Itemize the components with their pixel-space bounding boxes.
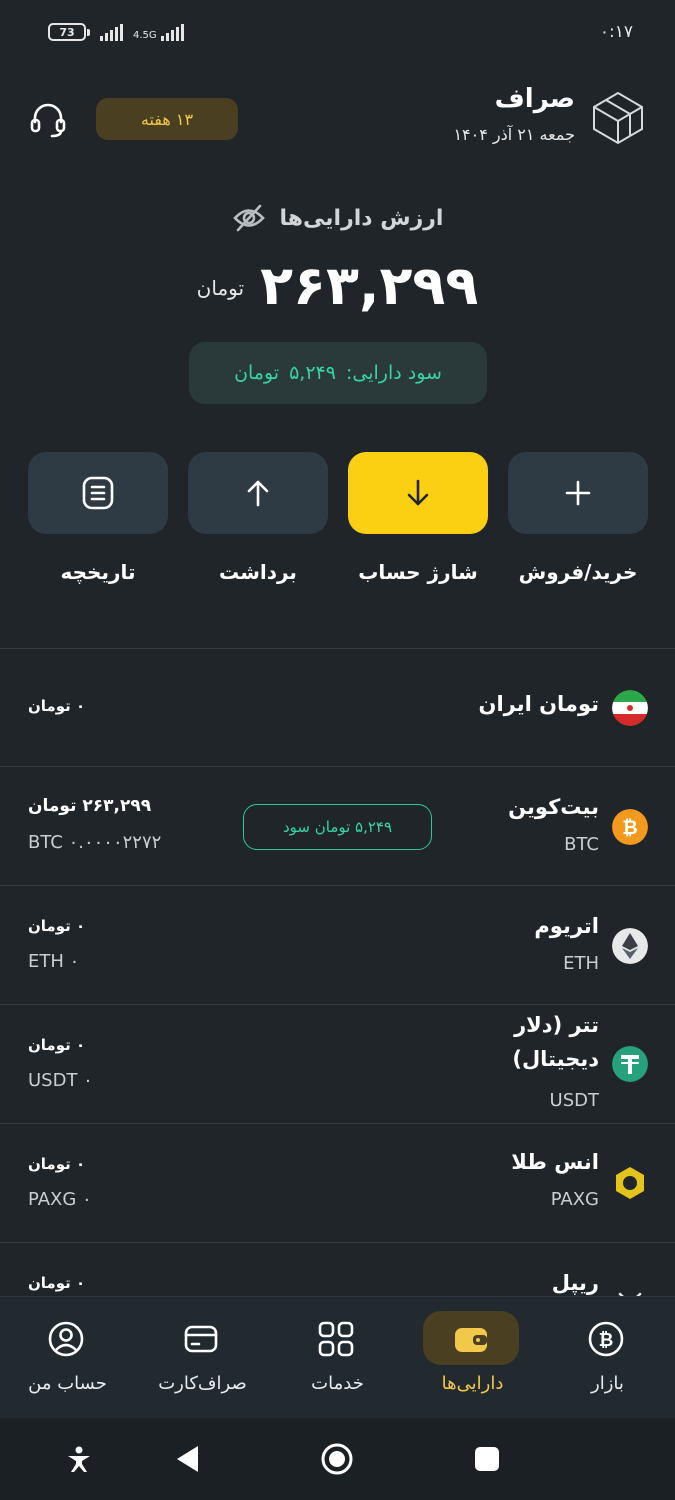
assets-title: ارزش دارایی‌ها (279, 205, 444, 231)
withdraw-action[interactable]: برداشت (188, 452, 328, 584)
asset-name: اتریوم (534, 914, 599, 938)
history-button[interactable] (28, 452, 168, 534)
ripple-icon (618, 1292, 642, 1296)
asset-name: ریپل (551, 1271, 599, 1295)
assets-summary-header: ارزش دارایی‌ها (0, 196, 675, 240)
status-bar: 73 4.5G ۰:۱۷ (0, 0, 675, 64)
arrow-down-icon (407, 479, 429, 506)
header: صراف جمعه ۲۱ آذر ۱۴۰۴ ۱۳ هفته (0, 70, 675, 170)
nav-item-market[interactable]: ₿ بازار (540, 1311, 675, 1411)
nav-item-assets[interactable]: دارایی‌ها (405, 1311, 540, 1411)
signal-icon (100, 23, 123, 41)
signal-icon-2 (160, 23, 184, 41)
nav-item-account[interactable]: حساب من (0, 1311, 135, 1411)
grid-icon (318, 1321, 354, 1357)
battery-level: 73 (48, 23, 86, 41)
asset-profit-pill: ۵,۲۴۹ تومان سود (243, 804, 432, 850)
asset-quantity: USDT ۰ (28, 1070, 93, 1091)
bitcoin-icon: ₿ (612, 809, 648, 845)
asset-toman-value: ۰ تومان (28, 1274, 86, 1292)
quick-actions: خرید/فروش شارژ حساب برداشت تاریخچه (28, 452, 648, 602)
deposit-button[interactable] (348, 452, 488, 534)
nav-label: دارایی‌ها (441, 1373, 504, 1394)
history-label: تاریخچه (60, 560, 136, 584)
asset-name: انس طلا (511, 1150, 599, 1174)
deposit-action[interactable]: شارژ حساب (348, 452, 488, 584)
deposit-label: شارژ حساب (358, 560, 478, 584)
total-balance-unit: تومان (196, 276, 245, 300)
asset-toman-value: ۰ تومان (28, 917, 86, 935)
profit-unit: تومان (234, 362, 280, 384)
asset-name: تتر (دلار دیجیتال) (512, 1013, 599, 1071)
headset-icon[interactable] (28, 100, 68, 140)
ethereum-icon (612, 928, 648, 964)
asset-quantity: BTC ۰.۰۰۰۰۲۲۷۲ (28, 832, 162, 853)
nav-item-sarraf-card[interactable]: صراف‌کارت (135, 1311, 270, 1411)
app-title: صراف (494, 84, 575, 114)
network-type: 4.5G (133, 30, 157, 41)
asset-toman-value: ۲۶۳,۲۹۹ تومان (28, 796, 152, 816)
history-icon (82, 476, 114, 510)
asset-row-xrp[interactable]: ریپل ۰ تومان (0, 1244, 675, 1296)
back-icon[interactable] (172, 1442, 206, 1476)
asset-symbol: ETH (563, 953, 599, 974)
system-nav-bar (0, 1418, 675, 1500)
arrow-up-icon (247, 480, 269, 507)
nav-label: بازار (591, 1373, 624, 1394)
nav-label: حساب من (28, 1373, 107, 1394)
asset-profit-box: سود دارایی: ۵,۲۴۹ تومان (189, 342, 487, 404)
asset-symbol: BTC (564, 834, 599, 855)
asset-row-paxg[interactable]: انس طلا PAXG ۰ تومان PAXG ۰ (0, 1125, 675, 1243)
profit-value: ۵,۲۴۹ (289, 362, 336, 384)
plus-icon (565, 480, 591, 506)
asset-quantity: PAXG ۰ (28, 1189, 92, 1210)
asset-symbol: PAXG (550, 1189, 599, 1210)
asset-toman-value: ۰ تومان (28, 1155, 86, 1173)
asset-row-eth[interactable]: اتریوم ETH ۰ تومان ETH ۰ (0, 887, 675, 1005)
week-badge[interactable]: ۱۳ هفته (96, 98, 238, 140)
status-indicators: 73 4.5G (48, 23, 184, 41)
asset-row-btc[interactable]: ₿ بیت‌کوین BTC ۵,۲۴۹ تومان سود ۲۶۳,۲۹۹ ت… (0, 768, 675, 886)
profit-label: سود دارایی: (345, 362, 442, 384)
total-balance-value: ۲۶۳,۲۹۹ (260, 253, 479, 317)
asset-row-toman[interactable]: تومان ایران ۰ تومان (0, 649, 675, 767)
paxg-icon (616, 1167, 644, 1199)
asset-toman-value: ۰ تومان (28, 697, 86, 715)
header-date: جمعه ۲۱ آذر ۱۴۰۴ (453, 125, 575, 144)
wallet-icon (455, 1328, 487, 1352)
buy-sell-label: خرید/فروش (518, 560, 638, 584)
accessibility-icon[interactable] (62, 1442, 96, 1476)
home-icon[interactable] (320, 1442, 354, 1476)
buy-sell-button[interactable] (508, 452, 648, 534)
history-action[interactable]: تاریخچه (28, 452, 168, 584)
withdraw-label: برداشت (219, 560, 297, 584)
eye-off-icon[interactable] (232, 201, 266, 235)
bottom-nav: ₿ بازار دارایی‌ها خدمات (0, 1296, 675, 1418)
svg-text:₿: ₿ (599, 1330, 614, 1351)
total-balance: ۲۶۳,۲۹۹ تومان (0, 250, 675, 320)
asset-quantity: ETH ۰ (28, 951, 80, 972)
nav-item-services[interactable]: خدمات (270, 1311, 405, 1411)
svg-text:₿: ₿ (622, 817, 637, 839)
asset-toman-value: ۰ تومان (28, 1036, 86, 1054)
buy-sell-action[interactable]: خرید/فروش (508, 452, 648, 584)
asset-row-usdt[interactable]: تتر (دلار دیجیتال) USDT ۰ تومان USDT ۰ (0, 1006, 675, 1124)
cube-logo-icon (593, 91, 643, 145)
status-time: ۰:۱۷ (599, 22, 633, 42)
asset-name: بیت‌کوین (508, 795, 599, 819)
card-icon (184, 1325, 218, 1353)
asset-symbol: USDT (549, 1090, 599, 1111)
withdraw-button[interactable] (188, 452, 328, 534)
recents-icon[interactable] (470, 1442, 504, 1476)
battery-icon: 73 (48, 23, 90, 41)
nav-label: خدمات (311, 1373, 364, 1394)
asset-name: تومان ایران (478, 692, 599, 716)
bitcoin-circle-icon: ₿ (588, 1321, 624, 1357)
user-icon (48, 1321, 84, 1357)
iran-flag-icon (612, 690, 648, 726)
tether-icon (612, 1046, 648, 1082)
nav-label: صراف‌کارت (158, 1373, 247, 1394)
